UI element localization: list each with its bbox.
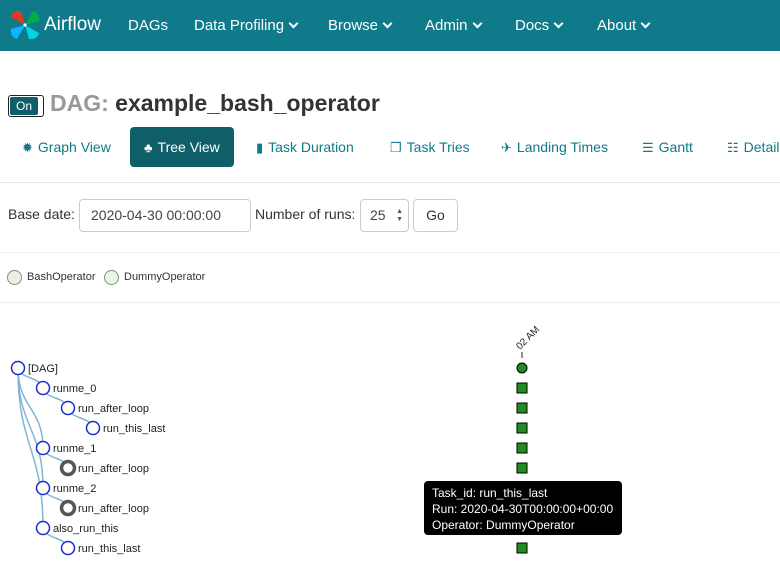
- legend-label: BashOperator: [27, 271, 96, 283]
- nav-about[interactable]: About: [597, 0, 651, 51]
- title-prefix: DAG:: [50, 90, 109, 116]
- duplicate-icon: ❐: [390, 140, 402, 155]
- tree-node[interactable]: [35, 380, 51, 396]
- plane-icon: ✈: [501, 140, 512, 155]
- nav-admin[interactable]: Admin: [425, 0, 482, 51]
- tooltip-operator: Operator: DummyOperator: [432, 518, 575, 532]
- tab-graph-view[interactable]: ✹ Graph View: [22, 127, 111, 167]
- tree-node[interactable]: [35, 480, 51, 496]
- tree-view-graph: 02 AM [DAG] runme_0 run_after_loop run_this_…: [10, 324, 542, 556]
- task-instance-state[interactable]: [516, 402, 528, 414]
- tree-node-collapsed[interactable]: [59, 499, 77, 517]
- asterisk-icon: ✹: [22, 140, 33, 155]
- tree-node-label: [DAG]: [28, 363, 58, 375]
- tab-gantt[interactable]: ☰ Gantt: [642, 127, 693, 167]
- tooltip-run: Run: 2020-04-30T00:00:00+00:00: [432, 502, 614, 516]
- tree-node-label: run_this_last: [103, 423, 165, 435]
- tree-node[interactable]: [85, 420, 101, 436]
- task-instance-state[interactable]: [516, 422, 528, 434]
- legend-divider: [0, 302, 780, 303]
- task-instance-state[interactable]: [516, 382, 528, 394]
- tree-node-label: also_run_this: [53, 523, 119, 535]
- nav-docs[interactable]: Docs: [515, 0, 564, 51]
- nav-dags[interactable]: DAGs: [128, 0, 168, 51]
- task-instance-state[interactable]: [516, 462, 528, 474]
- form-divider: [0, 252, 780, 253]
- num-runs-select[interactable]: 25 ▲ ▼: [360, 199, 409, 232]
- select-arrows-icon: ▲ ▼: [396, 208, 403, 223]
- navbar: Airflow DAGs Data Profiling Browse Admin…: [0, 0, 780, 51]
- tree-node-label: run_after_loop: [78, 403, 149, 415]
- tree-node-label: run_after_loop: [78, 503, 149, 515]
- caret-down-icon: [640, 18, 651, 29]
- airflow-logo-icon: [10, 10, 40, 40]
- align-left-icon: ☰: [642, 140, 654, 155]
- tree-node[interactable]: [60, 540, 76, 556]
- tree-node-label: runme_1: [53, 443, 96, 455]
- tab-task-duration[interactable]: ▮ Task Duration: [256, 127, 354, 167]
- tooltip-task-id: Task_id: run_this_last: [432, 486, 548, 500]
- nav-browse[interactable]: Browse: [328, 0, 393, 51]
- list-icon: ☷: [727, 140, 739, 155]
- base-date-label: Base date:: [8, 206, 75, 222]
- num-runs-value: 25: [370, 207, 386, 223]
- legend-swatch: [104, 269, 119, 285]
- tree-link: [17, 367, 44, 449]
- tree-links: [17, 367, 94, 549]
- tree-node[interactable]: [35, 520, 51, 536]
- go-button[interactable]: Go: [413, 199, 458, 232]
- tree-node-label: run_this_last: [78, 543, 140, 555]
- legend-bash-operator: BashOperator: [7, 268, 95, 286]
- tab-landing-times[interactable]: ✈ Landing Times: [501, 127, 608, 167]
- tree-node-label: runme_2: [53, 483, 96, 495]
- tab-details[interactable]: ☷Details: [727, 127, 780, 167]
- brand-text: Airflow: [44, 14, 102, 35]
- task-tooltip: Task_id: run_this_last Run: 2020-04-30T0…: [424, 481, 622, 535]
- caret-down-icon: [553, 18, 564, 29]
- tabs-divider: [0, 182, 780, 183]
- tree-node[interactable]: [60, 400, 76, 416]
- tree-node-collapsed[interactable]: [59, 459, 77, 477]
- base-date-input[interactable]: 2020-04-30 00:00:00: [79, 199, 251, 232]
- nav-data-profiling[interactable]: Data Profiling: [194, 0, 299, 51]
- page-title: DAG: example_bash_operator: [50, 90, 380, 117]
- legend-swatch: [7, 269, 22, 285]
- caret-down-icon: [288, 18, 299, 29]
- caret-down-icon: [382, 18, 393, 29]
- tree-icon: ♣: [144, 140, 153, 155]
- num-runs-label: Number of runs:: [255, 206, 356, 222]
- tree-node-label: runme_0: [53, 383, 96, 395]
- caret-down-icon: [472, 18, 482, 29]
- dag-pause-toggle[interactable]: On: [8, 95, 44, 117]
- tree-node[interactable]: [10, 360, 26, 376]
- bar-chart-icon: ▮: [256, 140, 264, 155]
- legend-label: DummyOperator: [124, 271, 206, 283]
- tree-node[interactable]: [35, 440, 51, 456]
- brand-link[interactable]: Airflow: [8, 7, 101, 43]
- dag-id: example_bash_operator: [115, 90, 380, 116]
- toggle-on-label: On: [10, 97, 38, 115]
- tree-node-label: run_after_loop: [78, 463, 149, 475]
- column-time-label: 02 AM: [514, 324, 542, 352]
- tab-tree-view[interactable]: ♣ Tree View: [130, 127, 234, 167]
- legend-dummy-operator: DummyOperator: [104, 268, 205, 286]
- task-instance-state[interactable]: [516, 542, 528, 554]
- dag-run-state[interactable]: [516, 362, 528, 374]
- task-instance-state[interactable]: [516, 442, 528, 454]
- tab-task-tries[interactable]: ❐ Task Tries: [390, 127, 470, 167]
